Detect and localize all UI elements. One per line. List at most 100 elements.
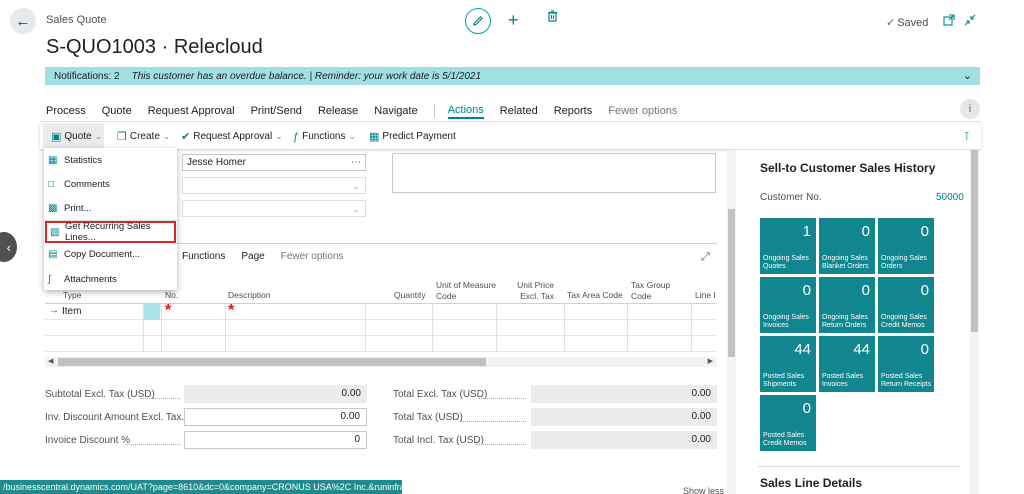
menu-item-print[interactable]: ▩ Print... xyxy=(44,198,177,218)
info-icon[interactable]: i xyxy=(960,99,980,119)
collapse-icon-svg xyxy=(964,14,976,26)
pin-icon[interactable]: ⊺ xyxy=(964,130,970,143)
menu-tabs: Process Quote Request Approval Print/Sen… xyxy=(46,104,693,119)
copy-icon: ▤ xyxy=(48,248,58,260)
functions-action-label: Functions xyxy=(302,131,346,142)
menu-item-get-recurring-label: Get Recurring Sales Lines... xyxy=(65,221,151,243)
select-field-2[interactable]: ⌄ xyxy=(182,200,366,217)
table-row[interactable]: → Item * * xyxy=(45,302,717,320)
customer-no-label: Customer No. xyxy=(760,192,822,203)
pencil-icon xyxy=(473,16,483,26)
tab-print-send[interactable]: Print/Send xyxy=(251,105,302,117)
table-row[interactable] xyxy=(45,336,717,352)
cell-divider xyxy=(627,320,628,336)
table-row[interactable] xyxy=(45,320,717,336)
notification-bar[interactable]: Notifications: 2 This customer has an ov… xyxy=(45,67,980,85)
lines-page-action[interactable]: Page xyxy=(241,251,264,262)
scrollbar-thumb[interactable] xyxy=(728,209,735,357)
select-field-1[interactable]: ⌄ xyxy=(182,177,366,194)
tab-navigate[interactable]: Navigate xyxy=(374,105,417,117)
collapse-icon[interactable] xyxy=(964,14,976,29)
selected-cell[interactable] xyxy=(143,304,160,320)
cue-label: Ongoing Sales Invoices xyxy=(763,314,809,329)
total-excl-tax-value: 0.00 xyxy=(531,385,717,403)
cell-divider xyxy=(143,336,144,352)
request-approval-action[interactable]: ✔ Request Approval ⌄ xyxy=(181,124,283,149)
tab-quote[interactable]: Quote xyxy=(102,105,132,117)
request-approval-label: Request Approval xyxy=(193,131,273,142)
contact-field[interactable]: Jesse Homer ⋯ xyxy=(182,154,366,171)
horizontal-scrollbar[interactable]: ◀ ▶ xyxy=(45,357,717,367)
cue-posted-sales-credit-memos[interactable]: 0 Posted Sales Credit Memos xyxy=(760,395,816,451)
inv-discount-pct-input[interactable]: 0 xyxy=(184,431,367,449)
quote-action[interactable]: ▣ Quote ⌄ xyxy=(43,124,104,149)
show-less-link[interactable]: Show less xyxy=(683,486,724,494)
ellipsis-icon[interactable]: ⋯ xyxy=(351,157,361,168)
cue-value: 0 xyxy=(861,223,870,240)
menu-item-get-recurring-sales-lines[interactable]: ▧ Get Recurring Sales Lines... xyxy=(45,221,176,243)
cue-ongoing-sales-return-orders[interactable]: 0 Ongoing Sales Return Orders xyxy=(819,277,875,333)
cue-ongoing-sales-credit-memos[interactable]: 0 Ongoing Sales Credit Memos xyxy=(878,277,934,333)
checkmark-icon: ✓ xyxy=(886,17,896,29)
cue-value: 1 xyxy=(802,223,811,240)
create-action[interactable]: ❐ Create ⌄ xyxy=(117,124,170,149)
inv-discount-amount-input[interactable]: 0.00 xyxy=(184,408,367,426)
back-arrow-icon[interactable]: ← xyxy=(10,8,36,34)
popout-icon[interactable] xyxy=(943,14,955,29)
chevron-left-icon[interactable]: ‹ xyxy=(0,232,17,262)
cell-divider xyxy=(564,320,565,336)
scrollbar-thumb[interactable] xyxy=(971,150,978,332)
total-incl-tax-value: 0.00 xyxy=(531,431,717,449)
cue-label: Posted Sales Shipments xyxy=(763,373,805,388)
tab-process[interactable]: Process xyxy=(46,105,86,117)
col-header-description: Description xyxy=(228,290,271,300)
tab-related[interactable]: Related xyxy=(500,105,538,117)
notification-message: This customer has an overdue balance. | … xyxy=(131,70,482,82)
chart-icon: ▦ xyxy=(369,131,380,143)
cue-posted-sales-return-receipts[interactable]: 0 Posted Sales Return Receipts xyxy=(878,336,934,392)
delete-trash-icon[interactable] xyxy=(547,10,558,25)
cue-label: Ongoing Sales Blanket Orders xyxy=(822,255,869,270)
expand-icon[interactable]: ⤢ xyxy=(701,251,710,264)
checkmark-icon: ✔ xyxy=(181,131,191,143)
lines-functions-action[interactable]: Functions xyxy=(182,251,225,262)
menu-item-print-label: Print... xyxy=(64,202,92,214)
cue-posted-sales-invoices[interactable]: 44 Posted Sales Invoices xyxy=(819,336,875,392)
edit-pencil-icon[interactable] xyxy=(465,8,491,34)
statistics-icon: ▦ xyxy=(48,154,58,166)
subtotal-label: Subtotal Excl. Tax (USD) xyxy=(45,389,155,400)
new-plus-icon[interactable]: + xyxy=(508,10,519,31)
menu-item-attachments[interactable]: ∫ Attachments xyxy=(44,269,177,289)
menu-item-statistics[interactable]: ▦ Statistics xyxy=(44,150,177,170)
cell-divider xyxy=(161,320,162,336)
tab-fewer-options[interactable]: Fewer options xyxy=(608,105,677,117)
menu-divider xyxy=(40,121,981,122)
customer-no-link[interactable]: 50000 xyxy=(936,192,964,203)
cell-divider xyxy=(496,304,497,320)
scroll-right-icon[interactable]: ▶ xyxy=(708,357,713,365)
scrollbar-thumb[interactable] xyxy=(58,358,486,366)
memo-text-area[interactable] xyxy=(392,153,716,193)
cue-posted-sales-shipments[interactable]: 44 Posted Sales Shipments xyxy=(760,336,816,392)
cue-ongoing-sales-invoices[interactable]: 0 Ongoing Sales Invoices xyxy=(760,277,816,333)
functions-action[interactable]: ƒ Functions ⌄ xyxy=(293,124,356,149)
browser-status-url: /businesscentral.dynamics.com/UAT?page=8… xyxy=(0,480,402,494)
cue-ongoing-sales-quotes[interactable]: 1 Ongoing Sales Quotes xyxy=(760,218,816,274)
tab-request-approval[interactable]: Request Approval xyxy=(148,105,235,117)
factbox-splitter[interactable] xyxy=(727,150,736,494)
menu-item-comments[interactable]: □ Comments xyxy=(44,174,177,194)
tab-reports[interactable]: Reports xyxy=(554,105,593,117)
chevron-down-icon[interactable]: ⌄ xyxy=(963,69,972,82)
menu-item-copy-document[interactable]: ▤ Copy Document... xyxy=(44,244,177,264)
cell-type[interactable]: Item xyxy=(62,306,81,317)
lines-fewer-options[interactable]: Fewer options xyxy=(281,251,344,262)
tab-release[interactable]: Release xyxy=(318,105,358,117)
row-arrow-icon: → xyxy=(49,305,59,316)
cue-ongoing-sales-blanket-orders[interactable]: 0 Ongoing Sales Blanket Orders xyxy=(819,218,875,274)
tab-actions[interactable]: Actions xyxy=(447,104,484,119)
cue-label: Posted Sales Credit Memos xyxy=(763,432,807,447)
factbox-scrollbar[interactable] xyxy=(970,150,979,494)
predict-payment-action[interactable]: ▦ Predict Payment xyxy=(369,124,456,149)
scroll-left-icon[interactable]: ◀ xyxy=(48,357,53,365)
cue-ongoing-sales-orders[interactable]: 0 Ongoing Sales Orders xyxy=(878,218,934,274)
